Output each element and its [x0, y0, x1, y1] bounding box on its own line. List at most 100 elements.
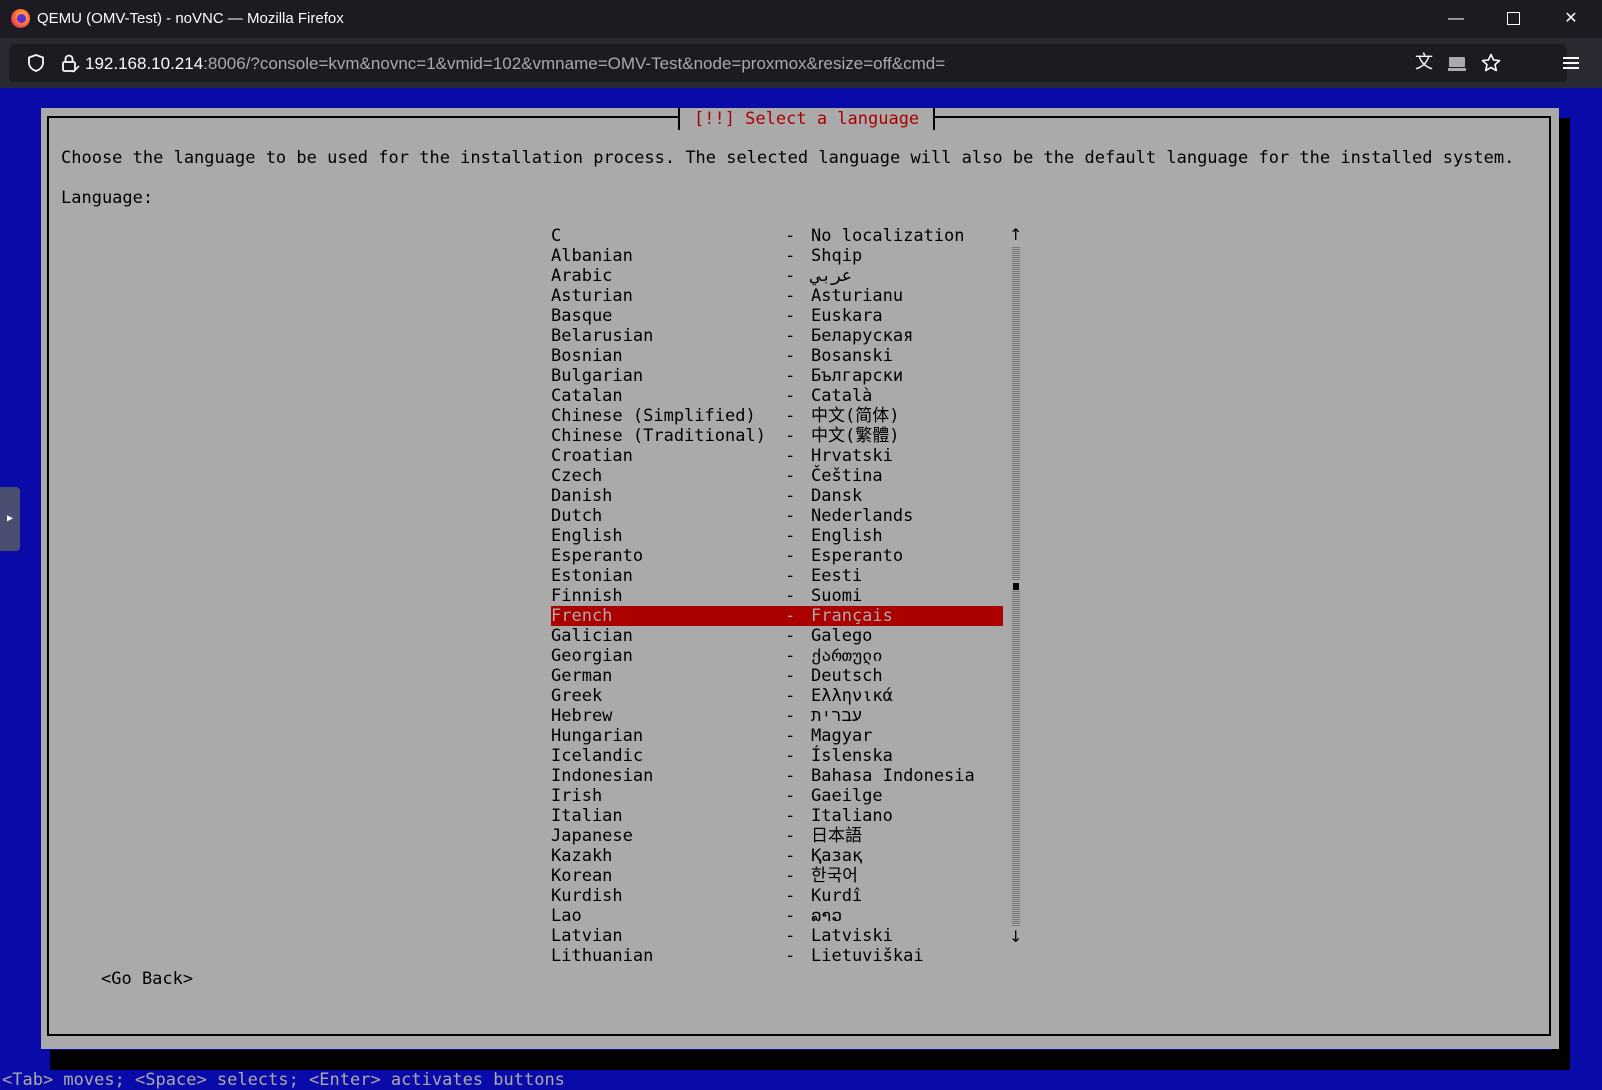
- url-text[interactable]: 192.168.10.214:8006/?console=kvm&novnc=1…: [85, 54, 945, 74]
- language-option[interactable]: Arabic - عربي: [551, 266, 1003, 286]
- language-option[interactable]: Hungarian - Magyar: [551, 726, 1003, 746]
- language-option[interactable]: Belarusian - Беларуская: [551, 326, 1003, 346]
- language-option[interactable]: Chinese (Traditional) - 中文(繁體): [551, 426, 1003, 446]
- language-name: Korean: [551, 866, 613, 886]
- language-option[interactable]: Korean - 한국어: [551, 866, 1003, 886]
- language-option[interactable]: Italian - Italiano: [551, 806, 1003, 826]
- language-option[interactable]: Esperanto - Esperanto: [551, 546, 1003, 566]
- language-separator: -: [785, 546, 796, 566]
- language-separator: -: [785, 826, 796, 846]
- language-name: Lithuanian: [551, 946, 654, 966]
- language-native-name: 中文(繁體): [811, 426, 900, 446]
- scrollbar-thumb[interactable]: [1011, 581, 1021, 591]
- language-name: Finnish: [551, 586, 623, 606]
- language-native-name: عربي: [811, 266, 852, 286]
- language-option[interactable]: German - Deutsch: [551, 666, 1003, 686]
- language-separator: -: [785, 246, 796, 266]
- language-label: Language:: [61, 188, 154, 208]
- language-option[interactable]: Basque - Euskara: [551, 306, 1003, 326]
- go-back-button[interactable]: <Go Back>: [101, 969, 193, 989]
- novnc-control-bar-handle[interactable]: ▶: [0, 487, 20, 551]
- language-option[interactable]: Lao - ລາວ: [551, 906, 1003, 926]
- language-native-name: Català: [811, 386, 873, 406]
- language-option[interactable]: Chinese (Simplified) - 中文(简体): [551, 406, 1003, 426]
- language-name: Arabic: [551, 266, 613, 286]
- language-name: Croatian: [551, 446, 633, 466]
- bookmark-star-icon[interactable]: [1480, 52, 1502, 74]
- language-native-name: Magyar: [811, 726, 873, 746]
- language-native-name: Lietuviškai: [811, 946, 924, 966]
- language-separator: -: [785, 266, 796, 286]
- language-name: Indonesian: [551, 766, 654, 786]
- language-option[interactable]: Dutch - Nederlands: [551, 506, 1003, 526]
- language-option[interactable]: Albanian - Shqip: [551, 246, 1003, 266]
- language-option[interactable]: Lithuanian - Lietuviškai: [551, 946, 1003, 966]
- language-separator: -: [785, 606, 796, 626]
- language-native-name: Қазақ: [811, 846, 863, 866]
- language-option[interactable]: French - Français: [551, 606, 1003, 626]
- language-option[interactable]: Japanese - 日本語: [551, 826, 1003, 846]
- language-option[interactable]: Kazakh - Қазақ: [551, 846, 1003, 866]
- language-native-name: Íslenska: [811, 746, 893, 766]
- language-option[interactable]: Icelandic - Íslenska: [551, 746, 1003, 766]
- language-list-scrollbar[interactable]: ↑ ↓: [1009, 226, 1022, 946]
- language-name: Hungarian: [551, 726, 644, 746]
- language-option[interactable]: Croatian - Hrvatski: [551, 446, 1003, 466]
- language-name: Belarusian: [551, 326, 654, 346]
- language-native-name: Gaeilge: [811, 786, 883, 806]
- language-name: Czech: [551, 466, 603, 486]
- language-option[interactable]: Asturian - Asturianu: [551, 286, 1003, 306]
- language-native-name: Eesti: [811, 566, 863, 586]
- minimize-button[interactable]: —: [1427, 0, 1485, 38]
- language-option[interactable]: Kurdish - Kurdî: [551, 886, 1003, 906]
- language-name: Esperanto: [551, 546, 644, 566]
- language-option[interactable]: C - No localization: [551, 226, 1003, 246]
- language-native-name: ລາວ: [811, 906, 842, 926]
- hamburger-menu-icon[interactable]: [1560, 52, 1582, 74]
- language-native-name: Suomi: [811, 586, 863, 606]
- language-option[interactable]: Catalan - Català: [551, 386, 1003, 406]
- language-option[interactable]: Bosnian - Bosanski: [551, 346, 1003, 366]
- language-name: Kazakh: [551, 846, 613, 866]
- language-separator: -: [785, 946, 796, 966]
- screen-share-icon[interactable]: [1446, 52, 1468, 74]
- language-native-name: Latviski: [811, 926, 893, 946]
- language-option[interactable]: Estonian - Eesti: [551, 566, 1003, 586]
- language-separator: -: [785, 646, 796, 666]
- language-separator: -: [785, 906, 796, 926]
- maximize-icon: [1506, 12, 1520, 26]
- language-list[interactable]: C - No localization Albanian - Shqip Arabic - عر…: [551, 226, 1003, 966]
- language-option[interactable]: Galician - Galego: [551, 626, 1003, 646]
- language-option[interactable]: English - English: [551, 526, 1003, 546]
- shield-icon[interactable]: [26, 53, 46, 73]
- language-option[interactable]: Indonesian - Bahasa Indonesia: [551, 766, 1003, 786]
- language-separator: -: [785, 926, 796, 946]
- maximize-button[interactable]: [1484, 0, 1542, 38]
- scroll-up-arrow-icon[interactable]: ↑: [1009, 226, 1022, 244]
- language-option[interactable]: Greek - Ελληνικά: [551, 686, 1003, 706]
- language-separator: -: [785, 626, 796, 646]
- close-button[interactable]: ✕: [1542, 0, 1600, 38]
- language-option[interactable]: Latvian - Latviski: [551, 926, 1003, 946]
- language-separator: -: [785, 666, 796, 686]
- dialog-title: [!!] Select a language: [678, 108, 936, 130]
- language-option[interactable]: Hebrew - עברית: [551, 706, 1003, 726]
- language-separator: -: [785, 446, 796, 466]
- address-bar[interactable]: 192.168.10.214:8006/?console=kvm&novnc=1…: [9, 44, 1567, 82]
- language-option[interactable]: Danish - Dansk: [551, 486, 1003, 506]
- language-separator: -: [785, 886, 796, 906]
- lock-icon[interactable]: [59, 52, 81, 74]
- language-option[interactable]: Georgian - ქართული: [551, 646, 1003, 666]
- translate-icon[interactable]: 文: [1413, 52, 1435, 74]
- navigation-toolbar: 192.168.10.214:8006/?console=kvm&novnc=1…: [0, 38, 1602, 88]
- language-option[interactable]: Irish - Gaeilge: [551, 786, 1003, 806]
- language-option[interactable]: Bulgarian - Български: [551, 366, 1003, 386]
- language-separator: -: [785, 426, 796, 446]
- dialog-shadow-bottom: [50, 1050, 1570, 1070]
- language-separator: -: [785, 806, 796, 826]
- scroll-down-arrow-icon[interactable]: ↓: [1009, 928, 1022, 946]
- language-native-name: 한국어: [811, 866, 858, 886]
- language-option[interactable]: Czech - Čeština: [551, 466, 1003, 486]
- language-native-name: עברית: [811, 706, 863, 726]
- language-option[interactable]: Finnish - Suomi: [551, 586, 1003, 606]
